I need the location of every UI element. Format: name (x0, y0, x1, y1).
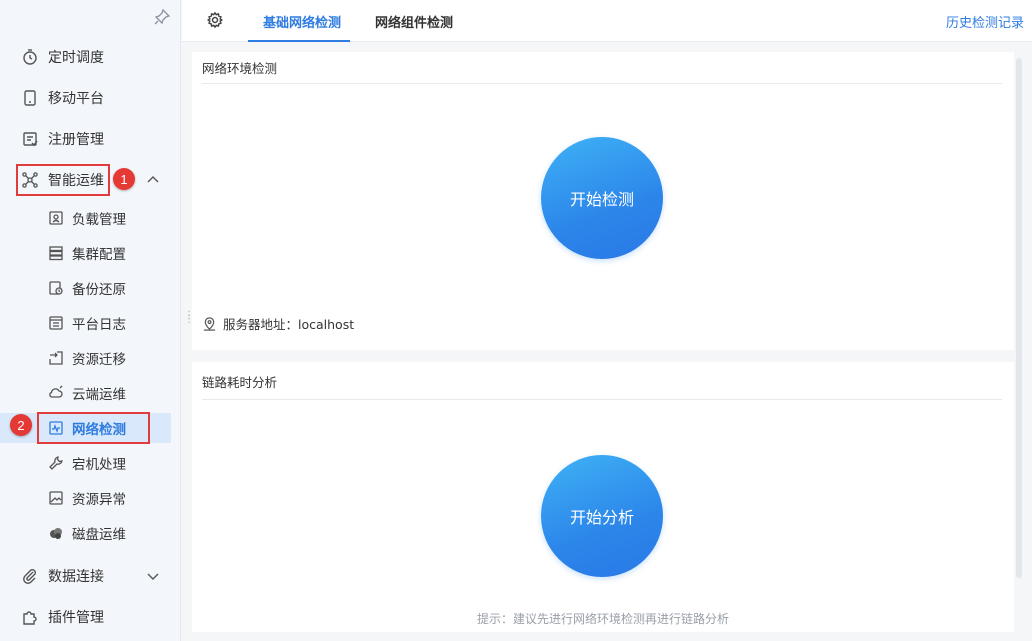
image-icon (49, 491, 63, 505)
resize-handle[interactable]: ⋮ ⋮ (184, 311, 194, 328)
network-environment-panel: 网络环境检测 开始检测 服务器地址：localhost (192, 52, 1014, 350)
sidebar-item-smart-ops[interactable]: 智能运维 (0, 160, 181, 200)
sidebar-subitem-resource-error[interactable]: 资源异常 (0, 483, 171, 513)
sidebar-subitem-label: 集群配置 (72, 247, 126, 263)
sidebar-subitem-cloud[interactable]: 云端运维 (0, 378, 171, 408)
disk-icon (50, 528, 62, 539)
annotation-badge-1: 1 (113, 168, 135, 190)
sidebar-subitem-backup[interactable]: 备份还原 (0, 273, 171, 303)
pin-icon[interactable] (153, 8, 171, 26)
sidebar-subitem-cluster[interactable]: 集群配置 (0, 238, 171, 268)
history-records-link[interactable]: 历史检测记录 (946, 12, 1024, 31)
hint-text: 提示：建议先进行网络环境检测再进行链路分析 (476, 612, 729, 626)
scrollbar[interactable] (1016, 58, 1022, 578)
tab-label: 基础网络检测 (263, 15, 342, 31)
tab-network-component-check[interactable]: 网络组件检测 (375, 0, 453, 42)
location-icon (203, 317, 216, 331)
panel-title: 链路耗时分析 (202, 375, 278, 390)
sidebar-item-label: 数据连接 (48, 569, 104, 585)
sidebar-subitem-label: 宕机处理 (72, 457, 126, 473)
tab-basic-network-check[interactable]: 基础网络检测 (248, 0, 350, 42)
puzzle-icon (23, 611, 37, 625)
divider (202, 83, 1002, 84)
cloud-icon (49, 385, 63, 398)
sidebar-subitem-label: 平台日志 (72, 317, 126, 333)
ops-icon (22, 172, 38, 188)
gear-icon[interactable] (206, 11, 224, 29)
sidebar-item-label: 移动平台 (48, 91, 104, 107)
annotation-badge-2: 2 (10, 414, 32, 436)
cluster-icon (49, 246, 63, 261)
sidebar-subitem-label: 磁盘运维 (72, 527, 126, 543)
timer-icon (23, 49, 37, 65)
sidebar-item-register[interactable]: 注册管理 (0, 119, 181, 159)
sidebar: 定时调度 移动平台 注册管理 智能运维 负载管理 集群配置 备份还原 平台日志 … (0, 0, 181, 641)
sidebar-item-mobile[interactable]: 移动平台 (0, 78, 181, 118)
top-tab-bar: 基础网络检测 网络组件检测 历史检测记录 (182, 0, 1032, 42)
sidebar-subitem-label: 网络检测 (72, 422, 126, 438)
start-analysis-button[interactable]: 开始分析 (541, 455, 663, 577)
sidebar-subitem-label: 资源迁移 (72, 352, 126, 368)
sidebar-subitem-migrate[interactable]: 资源迁移 (0, 343, 171, 373)
sidebar-subitem-label: 备份还原 (72, 282, 126, 298)
server-address: 服务器地址：localhost (202, 314, 354, 333)
sidebar-subitem-disk[interactable]: 磁盘运维 (0, 518, 171, 548)
server-address-text: 服务器地址：localhost (223, 317, 355, 332)
backup-icon (49, 281, 63, 295)
register-icon (23, 132, 38, 147)
sidebar-subitem-log[interactable]: 平台日志 (0, 308, 171, 338)
wrench-icon (49, 456, 63, 470)
log-icon (49, 316, 63, 330)
sidebar-item-plugin[interactable]: 插件管理 (0, 597, 181, 637)
sidebar-item-label: 定时调度 (48, 50, 104, 66)
mobile-icon (24, 90, 36, 106)
sidebar-item-label: 智能运维 (48, 173, 104, 189)
sidebar-item-timer[interactable]: 定时调度 (0, 37, 181, 77)
divider (202, 399, 1002, 400)
migrate-icon (49, 351, 63, 365)
paperclip-icon (23, 569, 36, 584)
sidebar-item-data-connection[interactable]: 数据连接 (0, 556, 181, 596)
load-icon (49, 211, 63, 225)
sidebar-item-label: 插件管理 (48, 610, 104, 626)
sidebar-subitem-label: 云端运维 (72, 387, 126, 403)
panel-title: 网络环境检测 (202, 61, 278, 76)
sidebar-item-label: 注册管理 (48, 132, 104, 148)
sidebar-subitem-load[interactable]: 负载管理 (0, 203, 171, 233)
chevron-up-icon[interactable] (145, 172, 161, 188)
start-check-button[interactable]: 开始检测 (541, 137, 663, 259)
sidebar-subitem-label: 负载管理 (72, 212, 126, 228)
link-latency-panel: 链路耗时分析 开始分析 提示：建议先进行网络环境检测再进行链路分析 (192, 362, 1014, 632)
chevron-down-icon[interactable] (145, 568, 161, 584)
sidebar-subitem-label: 资源异常 (72, 492, 126, 508)
tab-label: 网络组件检测 (375, 15, 454, 31)
network-icon (49, 421, 63, 435)
sidebar-subitem-downtime[interactable]: 宕机处理 (0, 448, 171, 478)
